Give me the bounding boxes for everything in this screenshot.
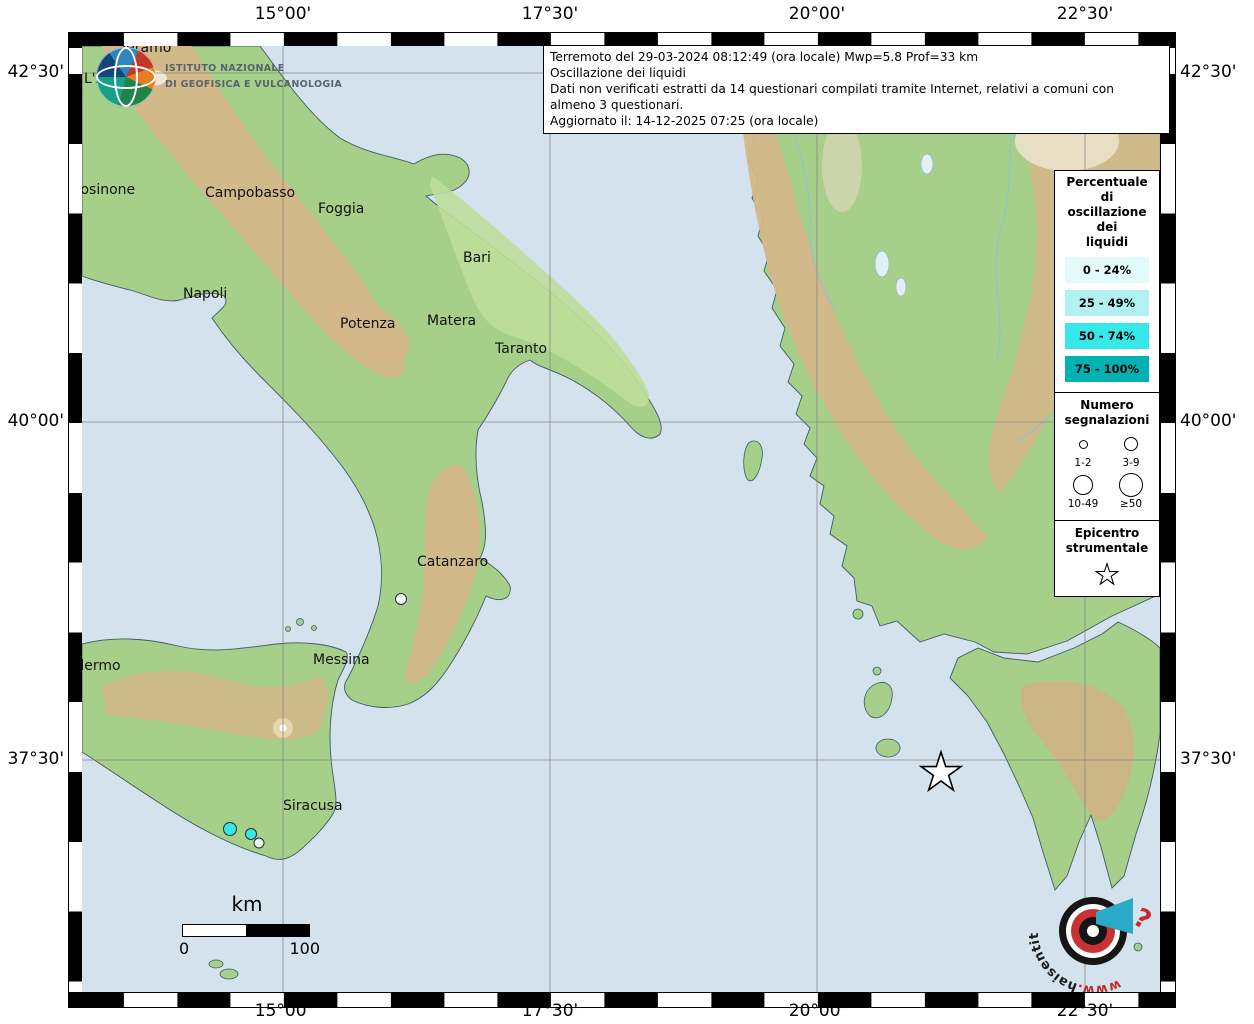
legend-swatch-75-100: 75 - 100% <box>1065 356 1149 382</box>
city-label-potenza: Potenza <box>340 316 395 332</box>
lefkada-island <box>853 609 863 619</box>
ingv-name-line1: ISTITUTO NAZIONALE <box>165 61 342 77</box>
frame-band-right <box>1160 46 1176 994</box>
axis-label-left-lat: 42°30' <box>2 62 64 82</box>
axis-label-top-lon: 20°00' <box>772 4 862 24</box>
city-label-palermo: Palermo <box>82 658 121 674</box>
city-label-campobasso: Campobasso <box>205 185 295 201</box>
count-circle-icon <box>1119 473 1143 497</box>
epicenter-star-icon <box>917 749 965 797</box>
zakynthos-island <box>876 739 900 757</box>
count-circle-icon <box>1124 437 1138 451</box>
observation-point <box>223 822 237 836</box>
legend-swatch-0-24: 0 - 24% <box>1065 257 1149 283</box>
map-canvas: Teramo L'Aquila Frosinone Campobasso Fog… <box>82 46 1160 992</box>
legend-percent-title: Percentuale di oscillazione dei liquidi <box>1059 175 1155 250</box>
city-label-catanzaro: Catanzaro <box>417 554 488 570</box>
axis-label-top-lon: 15°00' <box>238 4 328 24</box>
legend-count-class: 3-9 <box>1107 432 1155 469</box>
legend-count-class: 10-49 <box>1059 473 1107 510</box>
scale-bar: km 0 100 <box>182 892 312 959</box>
haisentitoilterremoto-watermark: ? www.haisentitoilterremoto.it <box>1018 856 1160 992</box>
ithaki-island <box>873 667 881 675</box>
ingv-name-line2: DI GEOFISICA E VULCANOLOGIA <box>165 77 342 93</box>
frame-band-bottom <box>68 992 1176 1008</box>
count-circle-icon <box>1073 475 1093 495</box>
legend-count-class: 1-2 <box>1059 432 1107 469</box>
city-label-matera: Matera <box>427 313 476 329</box>
observation-point <box>254 838 265 849</box>
count-label: 1-2 <box>1074 457 1091 469</box>
legend-swatch-25-49: 25 - 49% <box>1065 290 1149 316</box>
city-label-foggia: Foggia <box>318 201 364 217</box>
event-map-type-line: Oscillazione dei liquidi <box>550 65 1163 81</box>
scale-end-label: 100 <box>289 939 320 958</box>
axis-label-right-lat: 42°30' <box>1180 62 1236 82</box>
count-label: ≥50 <box>1120 498 1142 510</box>
aeolian-island <box>297 619 304 626</box>
aeolian-island <box>286 627 291 632</box>
malta-island <box>209 960 223 968</box>
axis-label-bottom-lon: 22°30' <box>1040 1001 1130 1021</box>
event-title-line: Terremoto del 29-03-2024 08:12:49 (ora l… <box>550 49 1163 65</box>
city-label-siracusa: Siracusa <box>283 798 343 814</box>
frame-corner <box>68 992 84 1008</box>
count-label: 10-49 <box>1068 498 1099 510</box>
axis-label-top-lon: 22°30' <box>1040 4 1130 24</box>
city-label-messina: Messina <box>313 652 370 668</box>
event-updated-line: Aggiornato il: 14-12-2025 07:25 (ora loc… <box>550 113 1163 129</box>
event-disclaimer-line: Dati non verificati estratti da 14 quest… <box>550 81 1163 113</box>
ingv-logo: ISTITUTO NAZIONALE DI GEOFISICA E VULCAN… <box>96 47 342 107</box>
axis-label-right-lat: 40°00' <box>1180 411 1236 431</box>
city-label-bari: Bari <box>463 250 491 266</box>
count-circle-icon <box>1079 440 1088 449</box>
axis-label-bottom-lon: 17°30' <box>505 1001 595 1021</box>
city-label-taranto: Taranto <box>495 341 547 357</box>
legend-count-class: ≥50 <box>1107 473 1155 510</box>
scale-unit: km <box>182 892 312 916</box>
scale-bar-graphic <box>182 924 310 937</box>
frame-corner <box>1160 992 1176 1008</box>
watermark-it: .it <box>1018 856 1021 860</box>
legend-epicenter-title: Epicentro strumentale <box>1059 526 1155 556</box>
legend-count-title: Numero segnalazioni <box>1059 398 1155 428</box>
city-label-frosinone: Frosinone <box>82 182 135 198</box>
axis-label-left-lat: 40°00' <box>2 411 64 431</box>
map-page: 15°00' 17°30' 20°00' 22°30' 15°00' 17°30… <box>0 0 1254 1024</box>
city-label-napoli: Napoli <box>183 286 227 302</box>
event-info-box: Terremoto del 29-03-2024 08:12:49 (ora l… <box>543 45 1170 134</box>
epicenter-star-legend-icon <box>1094 562 1120 588</box>
axis-label-right-lat: 37°30' <box>1180 749 1236 769</box>
ingv-globe-icon <box>96 47 156 107</box>
axis-label-top-lon: 17°30' <box>505 4 595 24</box>
malta-island <box>220 969 238 979</box>
observation-point <box>395 593 407 605</box>
aeolian-island <box>312 626 317 631</box>
scale-start-label: 0 <box>179 939 189 958</box>
watermark-center-dot <box>1087 925 1099 937</box>
axis-label-bottom-lon: 15°00' <box>238 1001 328 1021</box>
count-label: 3-9 <box>1122 457 1139 469</box>
legend-swatch-50-74: 50 - 74% <box>1065 323 1149 349</box>
axis-label-left-lat: 37°30' <box>2 749 64 769</box>
axis-label-bottom-lon: 20°00' <box>772 1001 862 1021</box>
legend-panel: Percentuale di oscillazione dei liquidi … <box>1054 170 1160 597</box>
watermark-www: www. <box>1075 976 1123 992</box>
